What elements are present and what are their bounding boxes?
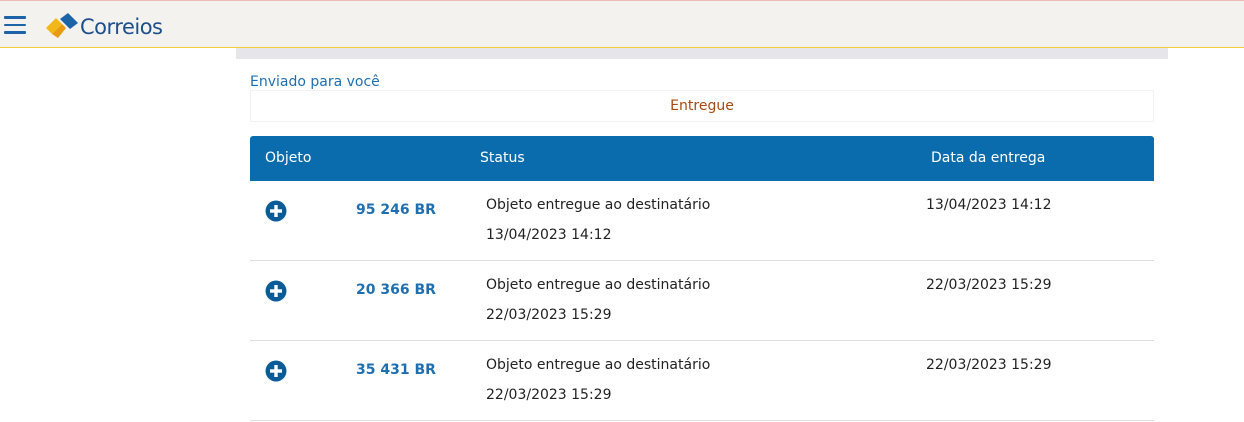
status-date: 22/03/2023 15:29 (486, 307, 612, 323)
column-header-delivery-date: Data da entrega (931, 150, 1046, 166)
table-row[interactable]: 95 246 BR Objeto entregue ao destinatári… (250, 181, 1154, 261)
status-filter-label: Entregue (670, 98, 734, 114)
status-date: 22/03/2023 15:29 (486, 387, 612, 403)
delivery-date: 22/03/2023 15:29 (926, 357, 1052, 373)
correios-logo-mark-icon (46, 13, 78, 38)
tracking-code[interactable]: 20 366 BR (356, 282, 436, 298)
tracking-code[interactable]: 95 246 BR (356, 202, 436, 218)
delivery-date: 22/03/2023 15:29 (926, 277, 1052, 293)
status-date: 13/04/2023 14:12 (486, 227, 612, 243)
status-text: Objeto entregue ao destinatário (486, 197, 711, 213)
column-header-status: Status (480, 150, 525, 166)
delivery-date: 13/04/2023 14:12 (926, 197, 1052, 213)
section-title: Enviado para você (250, 74, 380, 90)
plus-circle-icon[interactable] (265, 280, 287, 302)
table-row[interactable]: 20 366 BR Objeto entregue ao destinatári… (250, 261, 1154, 341)
brand-name: Correios (80, 15, 163, 39)
content-top-strip (236, 48, 1168, 59)
status-text: Objeto entregue ao destinatário (486, 357, 711, 373)
column-header-object: Objeto (265, 150, 312, 166)
status-text: Objeto entregue ao destinatário (486, 277, 711, 293)
plus-circle-icon[interactable] (265, 360, 287, 382)
table-header: Objeto Status Data da entrega (250, 136, 1154, 181)
status-filter-box[interactable]: Entregue (250, 90, 1154, 122)
top-bar: Correios (0, 0, 1244, 48)
plus-circle-icon[interactable] (265, 200, 287, 222)
tracking-code[interactable]: 35 431 BR (356, 362, 436, 378)
table-row[interactable]: 35 431 BR Objeto entregue ao destinatári… (250, 341, 1154, 421)
hamburger-menu-icon[interactable] (4, 16, 26, 34)
